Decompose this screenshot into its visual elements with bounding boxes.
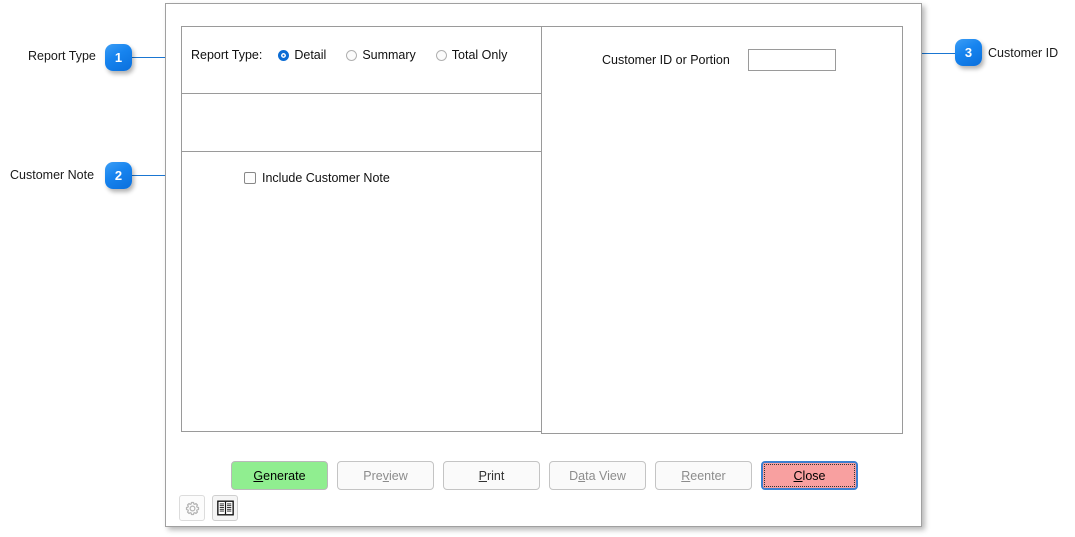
print-accel: P: [478, 468, 487, 483]
dialog-panels: Report Type: Detail Summary Total Only I…: [181, 26, 903, 434]
callout-badge-2: 2: [105, 162, 132, 189]
preview-label-rest: iew: [388, 468, 408, 483]
right-filter-panel: Customer ID or Portion: [541, 26, 903, 434]
radio-label-detail: Detail: [294, 48, 327, 62]
data-view-label-rest: ta View: [585, 468, 626, 483]
callout-label-3: Customer ID: [988, 46, 1059, 60]
settings-button[interactable]: [179, 495, 205, 521]
generate-label-rest: enerate: [263, 468, 306, 483]
callout-label-2: Customer Note: [10, 168, 95, 182]
panel-divider-bottom: [182, 151, 541, 152]
checkbox-indicator-customer-note[interactable]: [244, 172, 256, 184]
left-options-panel: Report Type: Detail Summary Total Only I…: [181, 26, 542, 432]
checkbox-include-customer-note[interactable]: Include Customer Note: [244, 171, 390, 185]
callout-badge-3: 3: [955, 39, 982, 66]
generate-accel: G: [253, 468, 264, 483]
radio-report-type-detail[interactable]: Detail: [278, 48, 326, 62]
customer-id-label: Customer ID or Portion: [602, 53, 730, 67]
preview-label-pre: Pre: [363, 468, 383, 483]
preview-button[interactable]: Preview: [337, 461, 434, 490]
customer-id-input[interactable]: [747, 49, 836, 71]
panel-divider-top: [182, 93, 541, 94]
report-type-label: Report Type:: [191, 48, 263, 62]
close-button[interactable]: Close: [761, 461, 858, 490]
report-dialog-window: Report Type: Detail Summary Total Only I…: [165, 3, 922, 527]
dialog-tool-bar: [179, 495, 238, 521]
data-view-button[interactable]: Data View: [549, 461, 646, 490]
customer-id-field-group: Customer ID or Portion: [602, 49, 836, 71]
generate-button[interactable]: Generate: [231, 461, 328, 490]
print-button[interactable]: Print: [443, 461, 540, 490]
close-accel: C: [793, 468, 803, 483]
print-label-rest: rint: [486, 468, 505, 483]
report-type-group: Report Type: Detail Summary Total Only: [191, 48, 527, 62]
reenter-button[interactable]: Reenter: [655, 461, 752, 490]
radio-report-type-total-only[interactable]: Total Only: [435, 48, 508, 62]
callout-label-1: Report Type: [28, 49, 96, 63]
dialog-button-bar: Generate Preview Print Data View Reenter…: [166, 461, 923, 490]
checkbox-label-customer-note: Include Customer Note: [262, 171, 390, 185]
book-icon: [216, 500, 234, 516]
data-view-label-pre: D: [569, 468, 579, 483]
radio-label-total-only: Total Only: [451, 48, 508, 62]
radio-indicator-detail[interactable]: [278, 49, 290, 61]
radio-indicator-total-only[interactable]: [435, 49, 447, 61]
radio-report-type-summary[interactable]: Summary: [346, 48, 416, 62]
radio-label-summary: Summary: [362, 48, 416, 62]
reenter-accel: R: [681, 468, 691, 483]
help-manual-button[interactable]: [212, 495, 238, 521]
callout-badge-1: 1: [105, 44, 132, 71]
close-label-rest: lose: [802, 468, 826, 483]
radio-indicator-summary[interactable]: [346, 49, 358, 61]
reenter-label-rest: eenter: [690, 468, 726, 483]
gear-icon: [185, 501, 199, 515]
